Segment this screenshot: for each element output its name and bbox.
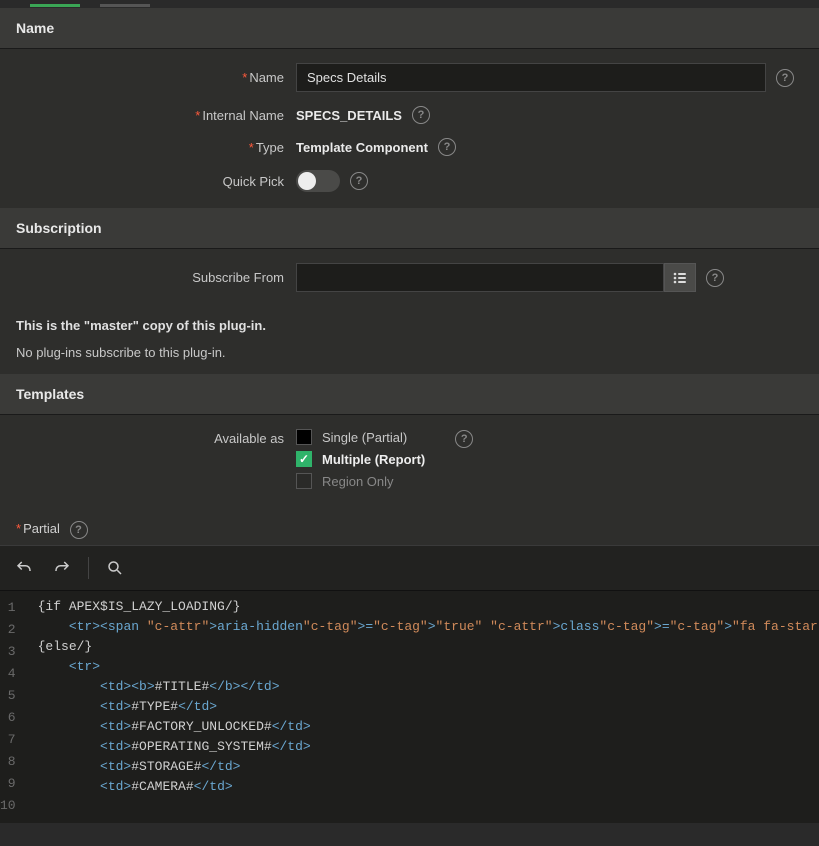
name-input[interactable] bbox=[296, 63, 766, 92]
master-copy-message: This is the "master" copy of this plug-i… bbox=[0, 308, 819, 343]
list-icon bbox=[672, 270, 688, 286]
type-value: Template Component bbox=[296, 140, 428, 155]
internal-name-value: SPECS_DETAILS bbox=[296, 108, 402, 123]
checkbox-single[interactable] bbox=[296, 429, 312, 445]
code-gutter: 12345678910 bbox=[0, 591, 28, 823]
tab-active[interactable] bbox=[30, 4, 80, 7]
section-name-body: *Name ? *Internal Name SPECS_DETAILS ? *… bbox=[0, 49, 819, 208]
no-subscribers-message: No plug-ins subscribe to this plug-in. bbox=[0, 343, 819, 374]
undo-button[interactable] bbox=[10, 554, 38, 582]
quickpick-toggle[interactable] bbox=[296, 170, 340, 192]
tab-strip bbox=[0, 0, 819, 8]
checkbox-single-label: Single (Partial) bbox=[322, 430, 407, 445]
subscribe-from-input[interactable] bbox=[296, 263, 664, 292]
name-label: Name bbox=[249, 70, 284, 85]
checkbox-region-only[interactable] bbox=[296, 473, 312, 489]
section-subscription-header: Subscription bbox=[0, 208, 819, 249]
section-subscription-body: Subscribe From ? bbox=[0, 249, 819, 308]
redo-button[interactable] bbox=[48, 554, 76, 582]
subscribe-from-label: Subscribe From bbox=[192, 270, 284, 285]
section-templates-body: Available as Single (Partial) Multiple (… bbox=[0, 415, 819, 511]
quickpick-label: Quick Pick bbox=[223, 174, 284, 189]
help-icon[interactable]: ? bbox=[412, 106, 430, 124]
help-icon[interactable]: ? bbox=[706, 269, 724, 287]
editor-toolbar bbox=[0, 545, 819, 591]
internal-name-label: Internal Name bbox=[202, 108, 284, 123]
available-as-label: Available as bbox=[214, 431, 284, 446]
subscribe-from-picker-button[interactable] bbox=[664, 263, 696, 292]
help-icon[interactable]: ? bbox=[455, 430, 473, 448]
partial-label: Partial bbox=[23, 521, 60, 536]
help-icon[interactable]: ? bbox=[438, 138, 456, 156]
code-area[interactable]: {if APEX$IS_LAZY_LOADING/} <tr><span "c-… bbox=[28, 591, 819, 823]
search-button[interactable] bbox=[101, 554, 129, 582]
toolbar-divider bbox=[88, 557, 89, 579]
help-icon[interactable]: ? bbox=[70, 521, 88, 539]
type-label: Type bbox=[256, 140, 284, 155]
help-icon[interactable]: ? bbox=[776, 69, 794, 87]
section-name-header: Name bbox=[0, 8, 819, 49]
checkbox-multiple-label: Multiple (Report) bbox=[322, 452, 425, 467]
help-icon[interactable]: ? bbox=[350, 172, 368, 190]
toggle-knob bbox=[298, 172, 316, 190]
checkbox-region-only-label: Region Only bbox=[322, 474, 394, 489]
checkbox-multiple[interactable] bbox=[296, 451, 312, 467]
section-templates-header: Templates bbox=[0, 374, 819, 415]
partial-label-row: *Partial ? bbox=[0, 511, 819, 545]
code-editor[interactable]: 12345678910 {if APEX$IS_LAZY_LOADING/} <… bbox=[0, 591, 819, 823]
tab-inactive[interactable] bbox=[100, 4, 150, 7]
